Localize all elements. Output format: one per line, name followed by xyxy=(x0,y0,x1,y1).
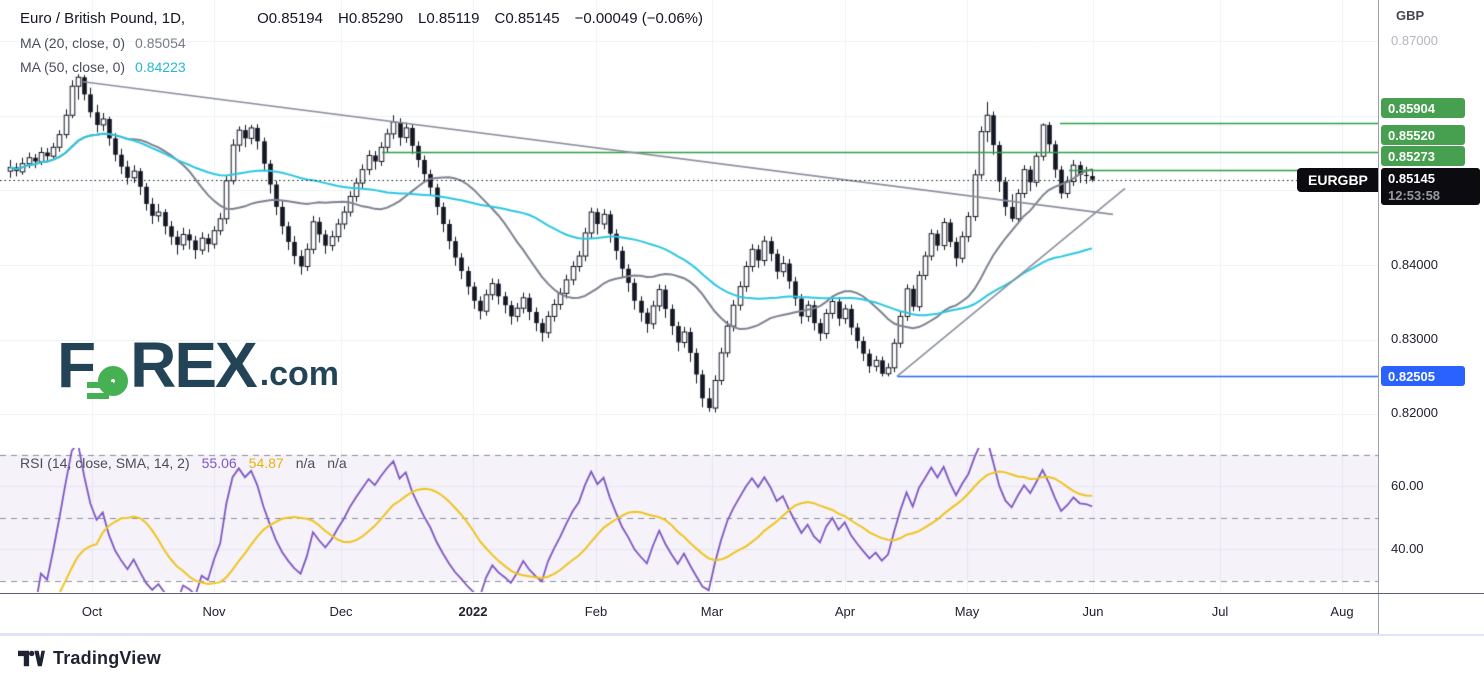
watermark-text-com: .com xyxy=(260,355,339,397)
price-axis-label: 0.83000 xyxy=(1391,331,1438,346)
price-axis-label: 0.82000 xyxy=(1391,405,1438,420)
ma50-legend[interactable]: MA (50, close, 0) 0.84223 xyxy=(20,59,703,75)
time-axis[interactable]: Oct Nov Dec 2022 Feb Mar Apr May Jun Jul Aug xyxy=(0,594,1378,633)
ma20-label: MA (20, close, 0) xyxy=(20,35,125,51)
last-price-badge: 0.8514512:53:58 xyxy=(1381,168,1480,205)
symbol-title[interactable]: Euro / British Pound, 1D, xyxy=(20,10,185,27)
time-axis-label: Feb xyxy=(585,604,607,619)
price-axis-label: 0.84000 xyxy=(1391,257,1438,272)
low-value: L0.85119 xyxy=(418,10,479,27)
watermark-text-rex: REX xyxy=(130,333,256,397)
high-value: H0.85290 xyxy=(338,10,403,27)
forex-o-logo-icon xyxy=(98,366,128,396)
rsi-ma-value: 54.87 xyxy=(249,455,284,471)
price-axis-label: 60.00 xyxy=(1391,478,1424,493)
time-axis-label: Oct xyxy=(82,604,102,619)
ma50-value: 0.84223 xyxy=(135,59,186,75)
time-axis-label: Jun xyxy=(1083,604,1104,619)
rsi-legend[interactable]: RSI (14, close, SMA, 14, 2) 55.06 54.87 … xyxy=(20,455,347,471)
ma20-legend[interactable]: MA (20, close, 0) 0.85054 xyxy=(20,35,703,51)
close-value: C0.85145 xyxy=(495,10,560,27)
price-axis[interactable]: GBP 0.87000 0.84000 0.83000 0.82000 60.00 40.… xyxy=(1378,0,1484,634)
tradingview-brand-text: TradingView xyxy=(53,648,161,669)
chart-bottom-edge xyxy=(0,633,1484,636)
ma50-label: MA (50, close, 0) xyxy=(20,59,125,75)
ohlc-values: O0.85194 H0.85290 L0.85119 C0.85145 −0.0… xyxy=(257,10,703,27)
price-axis-label: 40.00 xyxy=(1391,541,1424,556)
price-axis-label: 0.87000 xyxy=(1391,33,1438,48)
open-value: O0.85194 xyxy=(257,10,323,27)
price-level-badge: 0.85520 xyxy=(1381,125,1465,145)
time-axis-label: Dec xyxy=(329,604,352,619)
price-level-badge: 0.82505 xyxy=(1381,366,1465,386)
rsi-label: RSI (14, close, SMA, 14, 2) xyxy=(20,455,190,471)
tradingview-logo-icon xyxy=(18,649,45,668)
countdown-timer: 12:53:58 xyxy=(1388,187,1440,204)
axis-currency-label: GBP xyxy=(1396,8,1424,23)
time-axis-label: Mar xyxy=(701,604,723,619)
symbol-flag-label: EURGBP xyxy=(1308,172,1368,188)
tradingview-chart-window: FREX.com Euro / British Pound, 1D, O0.85… xyxy=(0,0,1484,688)
price-axis-border xyxy=(1378,0,1379,634)
candlestick-chart-canvas[interactable] xyxy=(0,0,1378,593)
rsi-value: 55.06 xyxy=(202,455,237,471)
symbol-price-flag: EURGBP xyxy=(1297,168,1379,192)
price-level-badge: 0.85904 xyxy=(1381,98,1465,118)
time-axis-label: Apr xyxy=(835,604,855,619)
rsi-na-value-1: n/a xyxy=(296,455,315,471)
tradingview-attribution[interactable]: TradingView xyxy=(18,648,161,669)
rsi-na-value-2: n/a xyxy=(327,455,346,471)
time-axis-label: Aug xyxy=(1330,604,1353,619)
last-price-value: 0.85145 xyxy=(1388,170,1435,187)
chart-legend: Euro / British Pound, 1D, O0.85194 H0.85… xyxy=(20,10,703,75)
price-level-badge: 0.85273 xyxy=(1381,146,1465,166)
time-axis-border xyxy=(0,593,1484,594)
ma20-value: 0.85054 xyxy=(135,35,186,51)
time-axis-label: May xyxy=(955,604,980,619)
time-axis-label: Nov xyxy=(202,604,225,619)
forex-com-watermark: FREX.com xyxy=(57,333,339,397)
time-axis-label: Jul xyxy=(1212,604,1229,619)
change-value: −0.00049 (−0.06%) xyxy=(575,10,703,27)
time-axis-label: 2022 xyxy=(459,604,488,619)
